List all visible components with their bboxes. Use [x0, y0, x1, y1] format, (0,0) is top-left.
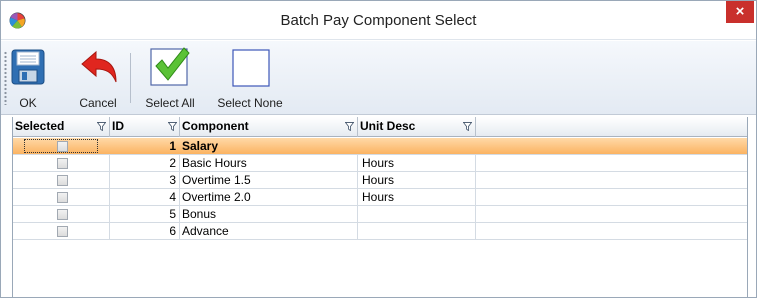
row-checkbox[interactable] [57, 175, 68, 186]
column-header-id[interactable]: ID [110, 117, 180, 137]
filter-icon[interactable] [97, 122, 106, 131]
table-row[interactable]: 6 Advance [13, 223, 747, 240]
column-header-selected[interactable]: Selected [13, 117, 110, 137]
selected-cell[interactable] [13, 138, 110, 154]
unit-desc-cell: Hours [358, 172, 476, 188]
select-none-button[interactable]: Select None [209, 45, 291, 111]
empty-square-icon [232, 49, 270, 87]
id-cell: 5 [110, 206, 180, 222]
toolbar-separator [130, 53, 131, 103]
select-none-label: Select None [217, 96, 283, 110]
component-cell: Advance [180, 223, 358, 239]
component-cell: Basic Hours [180, 155, 358, 171]
component-cell: Salary [182, 139, 219, 153]
cancel-button[interactable]: Cancel [68, 45, 128, 111]
title-bar: Batch Pay Component Select × [1, 1, 756, 40]
select-all-label: Select All [145, 96, 195, 110]
close-button[interactable]: × [726, 1, 754, 23]
grid-header: Selected ID Component Unit Desc [13, 117, 747, 137]
row-checkbox[interactable] [57, 158, 68, 169]
table-row[interactable]: 2 Basic Hours Hours [13, 155, 747, 172]
table-row[interactable]: 3 Overtime 1.5 Hours [13, 172, 747, 189]
cancel-label: Cancel [79, 96, 117, 110]
row-checkbox[interactable] [57, 226, 68, 237]
component-cell: Bonus [180, 206, 358, 222]
filter-icon[interactable] [168, 122, 177, 131]
toolbar: OK Cancel Select All Select None [1, 41, 756, 115]
ok-button[interactable]: OK [10, 45, 46, 111]
window-title: Batch Pay Component Select [280, 12, 477, 29]
checkmark-icon [150, 47, 190, 86]
batch-pay-component-select-dialog: Batch Pay Component Select × OK Cancel S… [0, 0, 757, 298]
column-header-component[interactable]: Component [180, 117, 358, 137]
id-cell: 2 [110, 155, 180, 171]
close-icon: × [735, 3, 745, 20]
unit-desc-cell: Hours [358, 189, 476, 205]
floppy-disk-icon [11, 49, 45, 85]
row-checkbox[interactable] [57, 209, 68, 220]
filter-icon[interactable] [463, 122, 472, 131]
selected-cell[interactable] [13, 206, 110, 222]
id-cell: 1 [169, 139, 176, 153]
selected-cell[interactable] [13, 172, 110, 188]
unit-desc-cell [358, 138, 476, 154]
selected-cell[interactable] [13, 223, 110, 239]
undo-arrow-icon [81, 50, 117, 83]
table-row[interactable]: 1 Salary [13, 138, 747, 155]
row-checkbox[interactable] [57, 141, 68, 152]
row-checkbox[interactable] [57, 192, 68, 203]
table-row[interactable]: 5 Bonus [13, 206, 747, 223]
selected-cell[interactable] [13, 155, 110, 171]
selected-cell[interactable] [13, 189, 110, 205]
component-cell: Overtime 1.5 [180, 172, 358, 188]
select-all-button[interactable]: Select All [139, 45, 201, 111]
unit-desc-cell [358, 223, 476, 239]
pay-component-grid: Selected ID Component Unit Desc 1 Salary… [12, 117, 748, 297]
ok-label: OK [19, 96, 37, 110]
id-cell: 3 [110, 172, 180, 188]
toolbar-grip[interactable] [4, 51, 7, 105]
filter-icon[interactable] [345, 122, 354, 131]
table-row[interactable]: 4 Overtime 2.0 Hours [13, 189, 747, 206]
column-header-unit-desc[interactable]: Unit Desc [358, 117, 476, 137]
id-cell: 6 [110, 223, 180, 239]
unit-desc-cell: Hours [358, 155, 476, 171]
id-cell: 4 [110, 189, 180, 205]
unit-desc-cell [358, 206, 476, 222]
component-cell: Overtime 2.0 [180, 189, 358, 205]
